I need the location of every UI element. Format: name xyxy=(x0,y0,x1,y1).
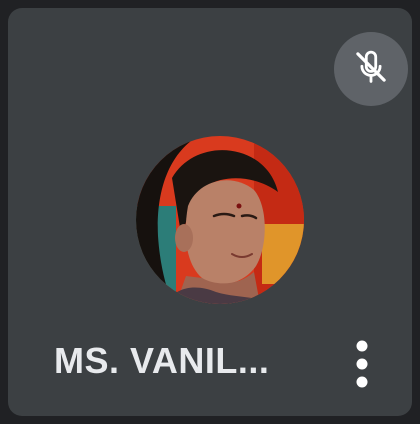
participant-photo xyxy=(136,136,304,304)
participant-tile[interactable]: MS. VANIL... xyxy=(8,8,412,416)
more-options-button[interactable] xyxy=(342,334,382,398)
mic-muted-indicator xyxy=(334,32,408,106)
mic-off-icon xyxy=(350,46,392,93)
more-vert-icon xyxy=(356,340,368,393)
avatar xyxy=(136,136,304,304)
participant-name: MS. VANIL... xyxy=(54,340,270,381)
